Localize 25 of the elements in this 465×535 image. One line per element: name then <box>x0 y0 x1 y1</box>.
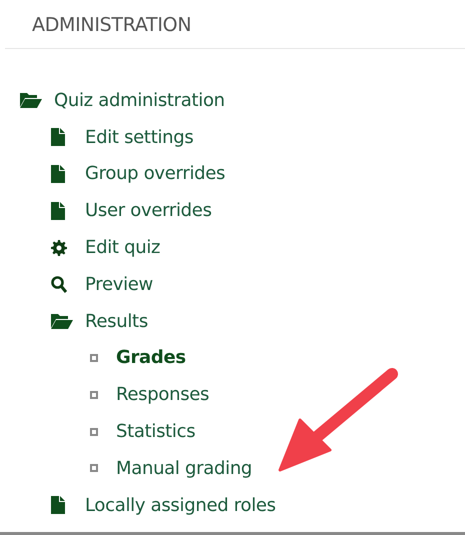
search-icon <box>51 276 67 293</box>
tree-item[interactable]: Group overrides <box>85 163 226 184</box>
folder-icon <box>20 92 42 108</box>
file-icon <box>51 128 65 146</box>
folder-icon <box>51 313 73 330</box>
file-icon <box>51 496 65 514</box>
bullet-icon <box>90 464 98 472</box>
tree-item[interactable]: Results <box>85 310 148 332</box>
tree-item[interactable]: User overrides <box>85 200 212 222</box>
tree-item[interactable]: Responses <box>116 384 210 406</box>
tree-item[interactable]: Edit settings <box>85 126 194 148</box>
tree-item[interactable]: Locally assigned roles <box>85 494 276 516</box>
tree-item[interactable]: Grades <box>116 347 186 368</box>
tree-item[interactable]: Edit quiz <box>85 237 160 258</box>
tree-item[interactable]: Statistics <box>116 421 196 442</box>
file-icon <box>51 164 65 183</box>
tree-item[interactable]: Quiz administration <box>54 90 225 111</box>
tree-item[interactable]: Manual grading <box>116 458 252 479</box>
tree-item[interactable]: Preview <box>85 274 153 295</box>
file-icon <box>51 202 65 220</box>
block-title: ADMINISTRATION <box>32 14 192 36</box>
bullet-icon <box>90 354 98 362</box>
bullet-icon <box>90 390 98 399</box>
settings-icon <box>51 240 67 256</box>
bullet-icon <box>90 428 98 436</box>
